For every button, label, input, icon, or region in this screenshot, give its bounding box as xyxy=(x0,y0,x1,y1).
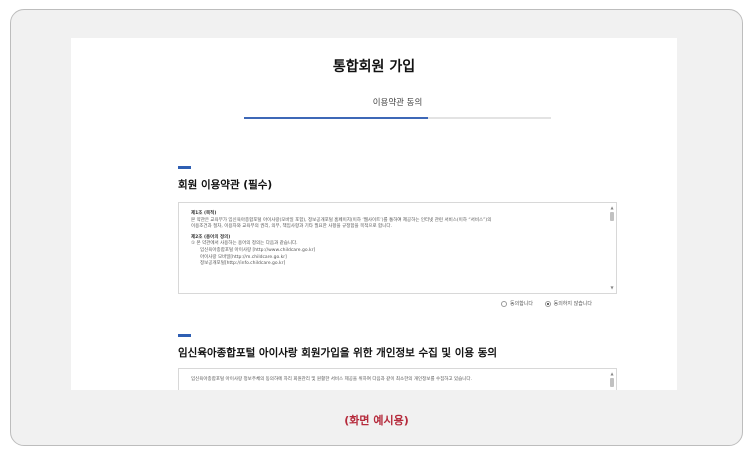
privacy-text: 임신육아종합포털 아이사랑 정보주체의 동의하에 자리 회원관리 및 원활한 서… xyxy=(179,369,616,384)
screenshot-frame: 통합회원 가입 이용약관 동의 회원 이용약관 (필수) 제1조 (목적) 본 약… xyxy=(10,9,743,446)
scroll-thumb[interactable] xyxy=(610,212,614,221)
signup-page: 통합회원 가입 이용약관 동의 회원 이용약관 (필수) 제1조 (목적) 본 약… xyxy=(71,38,677,390)
section-accent-bar xyxy=(178,166,191,169)
terms-line: 이용조건과 절차, 이용자와 교육부의 권리, 의무, 책임사항과 기타 필요한… xyxy=(191,224,392,230)
step-indicator-label: 이용약관 동의 xyxy=(372,98,423,108)
terms-text: 제1조 (목적) 본 약관은 교육부가 임신육아종합포털 아이사랑(모바일 포함)… xyxy=(179,203,616,268)
terms-line: 제1조 (목적) xyxy=(191,211,217,216)
scroll-up-icon[interactable]: ▲ xyxy=(610,372,614,376)
terms-line: 임신육아종합포털 아이사랑 [http://www.childcare.go.k… xyxy=(200,247,316,253)
privacy-scrollbar[interactable]: ▲ xyxy=(610,372,614,390)
privacy-section-title: 임신육아종합포털 아이사랑 회원가입을 위한 개인정보 수집 및 이용 동의 xyxy=(178,347,498,359)
agree-radio[interactable] xyxy=(501,300,507,307)
screen-example-caption: (화면 예시용) xyxy=(344,414,409,427)
step-progress-fill xyxy=(244,117,429,119)
agree-label[interactable]: 동의합니다 xyxy=(510,301,533,307)
terms-agree-options: 동의합니다 동의하지 않습니다 xyxy=(501,300,602,307)
step-progress-bar xyxy=(244,117,551,119)
terms-scrollbar[interactable]: ▲ ▼ xyxy=(610,206,614,290)
scroll-down-icon[interactable]: ▼ xyxy=(610,286,614,290)
disagree-radio[interactable] xyxy=(544,300,551,307)
section-accent-bar xyxy=(178,334,191,337)
scroll-up-icon[interactable]: ▲ xyxy=(610,206,614,210)
scroll-thumb[interactable] xyxy=(610,378,614,387)
terms-line: ① 본 약관에서 사용하는 용어의 정의는 다음과 같습니다. xyxy=(191,241,298,247)
terms-line: 정보공개포털[http://info.childcare.go.kr] xyxy=(200,261,286,267)
terms-line: 임신육아종합포털 아이사랑 정보주체의 동의하에 자리 회원관리 및 원활한 서… xyxy=(191,377,472,382)
page-title: 통합회원 가입 xyxy=(332,59,416,75)
privacy-text-box[interactable]: 임신육아종합포털 아이사랑 정보주체의 동의하에 자리 회원관리 및 원활한 서… xyxy=(178,368,617,390)
terms-section-title: 회원 이용약관 (필수) xyxy=(178,179,273,191)
disagree-label[interactable]: 동의하지 않습니다 xyxy=(554,301,592,307)
terms-text-box[interactable]: 제1조 (목적) 본 약관은 교육부가 임신육아종합포털 아이사랑(모바일 포함)… xyxy=(178,202,617,294)
